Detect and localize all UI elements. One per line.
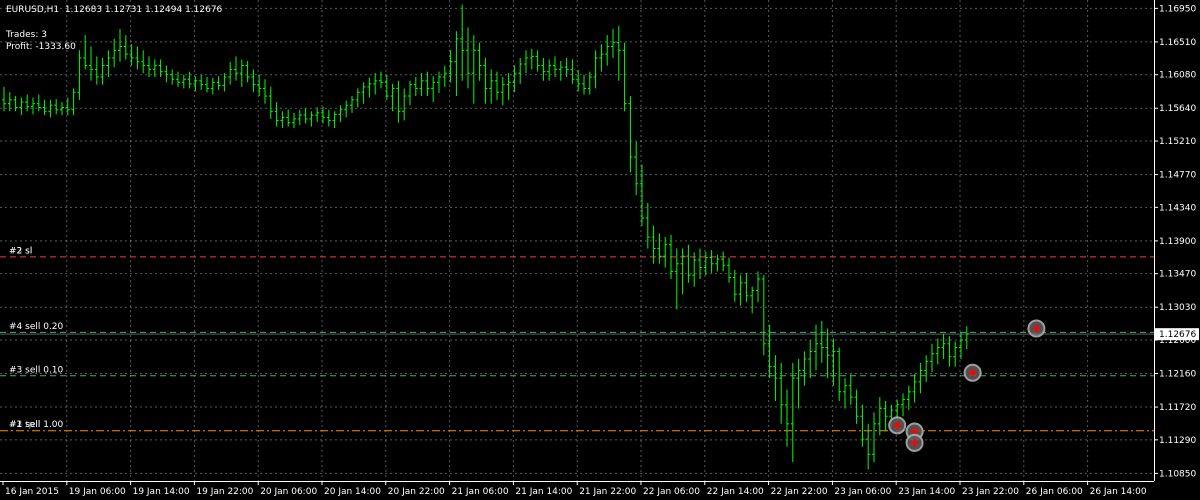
symbol-info: EURUSD,H1 1.12683 1.12731 1.12494 1.1267… [6, 5, 223, 15]
y-tick-label: 1.13030 [1159, 303, 1196, 313]
y-tick-label: 1.13470 [1159, 270, 1196, 280]
level-label-overlap: #3 tp [9, 420, 35, 430]
x-tick-label: 23 Jan 06:00 [834, 487, 891, 497]
x-tick-label: 22 Jan 06:00 [643, 487, 700, 497]
x-tick-label: 21 Jan 22:00 [579, 487, 636, 497]
y-tick-label: 1.10850 [1159, 469, 1196, 479]
x-tick-label: 20 Jan 06:00 [260, 487, 317, 497]
x-tick-label: 26 Jan 14:00 [1090, 487, 1147, 497]
y-tick-label: 1.14770 [1159, 171, 1196, 181]
y-tick-label: 1.15640 [1159, 104, 1196, 114]
x-tick-label: 19 Jan 14:00 [133, 487, 190, 497]
y-tick-label: 1.16510 [1159, 38, 1196, 48]
y-tick-label: 1.14340 [1159, 203, 1196, 213]
y-tick-label: 1.16950 [1159, 4, 1196, 14]
x-tick-label: 19 Jan 22:00 [196, 487, 253, 497]
y-tick-label: 1.13900 [1159, 237, 1196, 247]
x-tick-label: 22 Jan 22:00 [771, 487, 828, 497]
profit-value: Profit: -1333.60 [6, 42, 76, 52]
trade-marker [905, 433, 924, 452]
y-tick-label: 1.12160 [1159, 370, 1196, 380]
price-axis[interactable]: 1.16950 1.16510 1.16080 1.15640 1.15210 1.147… [1154, 4, 1196, 479]
trades-count: Trades: 3 [6, 30, 47, 40]
level-label-overlap: #3 sl [9, 246, 32, 256]
y-tick-label: 1.11290 [1159, 436, 1196, 446]
x-tick-label: 21 Jan 14:00 [515, 487, 572, 497]
x-tick-label: 22 Jan 14:00 [707, 487, 764, 497]
x-tick-label: 20 Jan 14:00 [324, 487, 381, 497]
y-tick-label: 1.15210 [1159, 137, 1196, 147]
trade-marker [963, 363, 982, 382]
x-tick-label: 16 Jan 2015 [5, 487, 59, 497]
x-tick-label: 19 Jan 06:00 [69, 487, 126, 497]
price-tag-label: 1.12676 [1159, 330, 1196, 340]
y-tick-label: 1.11720 [1159, 403, 1196, 413]
level-label: #4 sell 0.20 [9, 322, 64, 332]
price-chart[interactable]: #2 sl#4 sell 0.20#3 sell 0.10#1 sell 1.0… [0, 0, 1200, 500]
x-tick-label: 21 Jan 06:00 [452, 487, 509, 497]
x-tick-label: 26 Jan 06:00 [1026, 487, 1083, 497]
x-tick-label: 23 Jan 14:00 [898, 487, 955, 497]
x-tick-label: 23 Jan 22:00 [962, 487, 1019, 497]
x-tick-label: 20 Jan 22:00 [388, 487, 445, 497]
level-label: #3 sell 0.10 [9, 365, 64, 375]
trade-marker [888, 416, 907, 435]
y-tick-label: 1.16080 [1159, 71, 1196, 81]
